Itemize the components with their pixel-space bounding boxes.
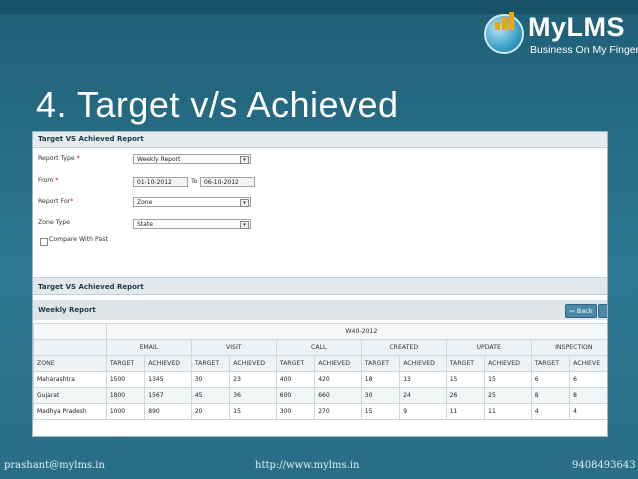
value-cell: 400 bbox=[275, 371, 316, 388]
target-header: TARGET bbox=[530, 355, 571, 372]
value-cell: 30 bbox=[190, 371, 231, 388]
value-cell: 11 bbox=[484, 403, 532, 420]
value-cell: 36 bbox=[229, 387, 277, 404]
value-cell: 420 bbox=[314, 371, 362, 388]
target-header: TARGET bbox=[190, 355, 231, 372]
value-cell: 890 bbox=[144, 403, 192, 420]
zone-type-label: Zone Type bbox=[38, 219, 70, 226]
report-type-label: Report Type * bbox=[38, 155, 80, 162]
value-cell: 15 bbox=[445, 371, 486, 388]
footer-phone: 9408493643 bbox=[572, 460, 636, 471]
zone-header: ZONE bbox=[33, 355, 107, 372]
value-cell: 1567 bbox=[144, 387, 192, 404]
value-cell: 660 bbox=[314, 387, 362, 404]
report-for-select[interactable]: Zone ▾ bbox=[133, 197, 251, 207]
group-inspection: INSPECTION bbox=[530, 339, 607, 356]
target-header: TARGET bbox=[445, 355, 486, 372]
value-cell: 4 bbox=[530, 403, 571, 420]
value-cell: 1000 bbox=[105, 403, 146, 420]
report-screenshot: Target VS Achieved Report Report Type * … bbox=[32, 131, 608, 437]
export-button[interactable] bbox=[598, 304, 607, 318]
value-cell: 15 bbox=[360, 403, 401, 420]
value-cell: 25 bbox=[484, 387, 532, 404]
value-cell: 15 bbox=[484, 371, 532, 388]
value-cell: 20 bbox=[190, 403, 231, 420]
report-table: W40-2012 EMAIL VISIT CALL CREATED UPDATE… bbox=[33, 323, 607, 420]
group-email: EMAIL bbox=[105, 339, 192, 356]
table-row: Maharashtra 1500 1345 30 23 400 420 18 1… bbox=[33, 371, 607, 388]
zone-cell: Madhya Pradesh bbox=[33, 403, 107, 420]
group-created: CREATED bbox=[360, 339, 447, 356]
chevron-down-icon: ▾ bbox=[240, 199, 249, 207]
value-cell: 6 bbox=[569, 371, 607, 388]
achieved-header: ACHIEVED bbox=[314, 355, 362, 372]
value-cell: 15 bbox=[229, 403, 277, 420]
from-date-input[interactable]: 01-10-2012 bbox=[133, 177, 188, 187]
zone-type-select[interactable]: State ▾ bbox=[133, 219, 251, 229]
logo-globe-icon bbox=[484, 12, 524, 54]
column-header-row: ZONE TARGET ACHIEVED TARGET ACHIEVED TAR… bbox=[33, 355, 607, 372]
achieved-header: ACHIEVED bbox=[484, 355, 532, 372]
report-subtitle: Weekly Report bbox=[33, 300, 607, 320]
value-cell: 1800 bbox=[105, 387, 146, 404]
back-button[interactable]: ⇦ Back bbox=[565, 304, 597, 318]
value-cell: 8 bbox=[569, 387, 607, 404]
slide-title: 4. Target v/s Achieved bbox=[36, 84, 399, 125]
achieved-header: ACHIEVED bbox=[144, 355, 192, 372]
target-header: TARGET bbox=[105, 355, 146, 372]
to-label: To bbox=[191, 178, 198, 185]
value-cell: 300 bbox=[275, 403, 316, 420]
value-cell: 600 bbox=[275, 387, 316, 404]
value-cell: 11 bbox=[445, 403, 486, 420]
value-cell: 24 bbox=[399, 387, 447, 404]
group-call: CALL bbox=[275, 339, 362, 356]
report-for-label: Report For* bbox=[38, 198, 74, 205]
period-header-row: W40-2012 bbox=[33, 323, 607, 340]
logo-tagline: Business On My Finger Tips bbox=[530, 44, 638, 56]
zone-cell: Maharashtra bbox=[33, 371, 107, 388]
value-cell: 270 bbox=[314, 403, 362, 420]
table-row: Madhya Pradesh 1000 890 20 15 300 270 15… bbox=[33, 403, 607, 420]
achieved-header: ACHIEVED bbox=[399, 355, 447, 372]
compare-label: Compare With Past bbox=[49, 236, 108, 243]
value-cell: 6 bbox=[530, 371, 571, 388]
value-cell: 13 bbox=[399, 371, 447, 388]
achieved-header: ACHIEVE bbox=[569, 355, 607, 372]
from-label: From * bbox=[38, 177, 59, 184]
value-cell: 1345 bbox=[144, 371, 192, 388]
group-visit: VISIT bbox=[190, 339, 277, 356]
value-cell: 8 bbox=[530, 387, 571, 404]
value-cell: 1500 bbox=[105, 371, 146, 388]
chevron-down-icon: ▾ bbox=[240, 156, 249, 164]
value-cell: 30 bbox=[360, 387, 401, 404]
value-cell: 4 bbox=[569, 403, 607, 420]
form-header: Target VS Achieved Report bbox=[33, 132, 607, 148]
chevron-down-icon: ▾ bbox=[240, 221, 249, 229]
value-cell: 23 bbox=[229, 371, 277, 388]
footer-url[interactable]: http://www.mylms.in bbox=[255, 460, 359, 471]
value-cell: 45 bbox=[190, 387, 231, 404]
mylms-logo: MyLMS Business On My Finger Tips bbox=[484, 10, 638, 62]
compare-checkbox[interactable] bbox=[40, 238, 48, 246]
zone-cell: Gujarat bbox=[33, 387, 107, 404]
group-header-row: EMAIL VISIT CALL CREATED UPDATE INSPECTI… bbox=[33, 339, 607, 356]
value-cell: 9 bbox=[399, 403, 447, 420]
target-header: TARGET bbox=[360, 355, 401, 372]
value-cell: 18 bbox=[360, 371, 401, 388]
period-header: W40-2012 bbox=[105, 323, 607, 340]
table-row: Gujarat 1800 1567 45 36 600 660 30 24 26… bbox=[33, 387, 607, 404]
value-cell: 26 bbox=[445, 387, 486, 404]
target-header: TARGET bbox=[275, 355, 316, 372]
report-title: Target VS Achieved Report bbox=[33, 277, 607, 295]
to-date-input[interactable]: 06-10-2012 bbox=[200, 177, 255, 187]
logo-name: MyLMS bbox=[528, 12, 625, 42]
group-update: UPDATE bbox=[445, 339, 532, 356]
report-type-select[interactable]: Weekly Report ▾ bbox=[133, 154, 251, 164]
achieved-header: ACHIEVED bbox=[229, 355, 277, 372]
footer-email[interactable]: prashant@mylms.in bbox=[4, 460, 105, 471]
